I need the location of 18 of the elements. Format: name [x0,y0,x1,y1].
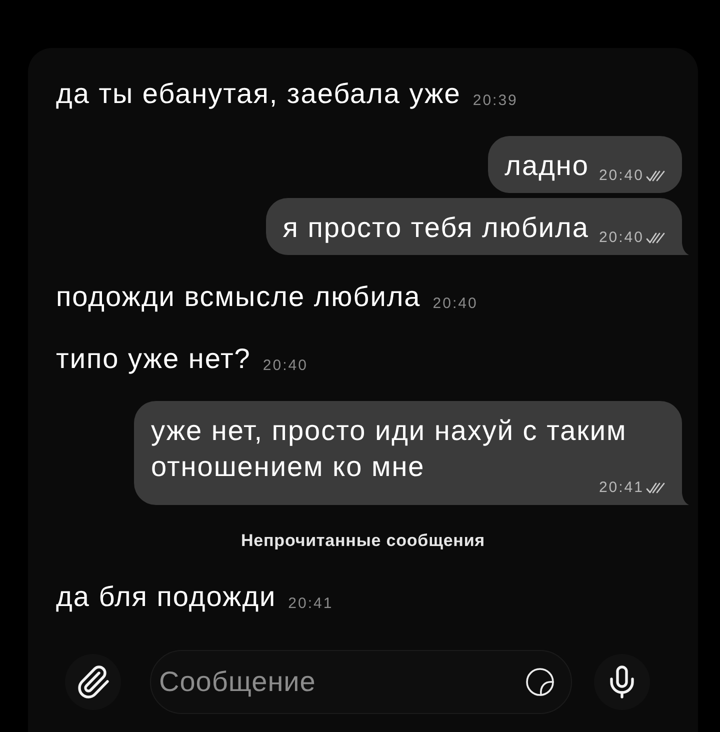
message-time: 20:40 [598,230,644,246]
sticker-icon [525,667,555,697]
message-time: 20:40 [432,296,478,312]
message-time: 20:41 [598,480,644,496]
message-text: да бля подожди [56,580,276,614]
message-input[interactable]: Сообщение [150,650,572,714]
message-text: да ты ебанутая, заебала уже [56,77,461,111]
unread-messages-label: Непрочитанные сообщения [240,531,486,551]
message-time: 20:40 [598,168,644,184]
message-text: ладно [504,149,589,183]
message-time: 20:40 [262,358,308,374]
message-time: 20:41 [288,596,334,612]
message-text: уже нет, просто иди нахуй с таким отношением ко мне [151,414,627,482]
message-time: 20:39 [472,93,518,109]
message-text: подожди всмысле любила [56,280,421,314]
message-text: я просто тебя любила [282,211,589,245]
paperclip-icon [75,664,111,700]
message-text: типо уже нет? [56,342,251,376]
